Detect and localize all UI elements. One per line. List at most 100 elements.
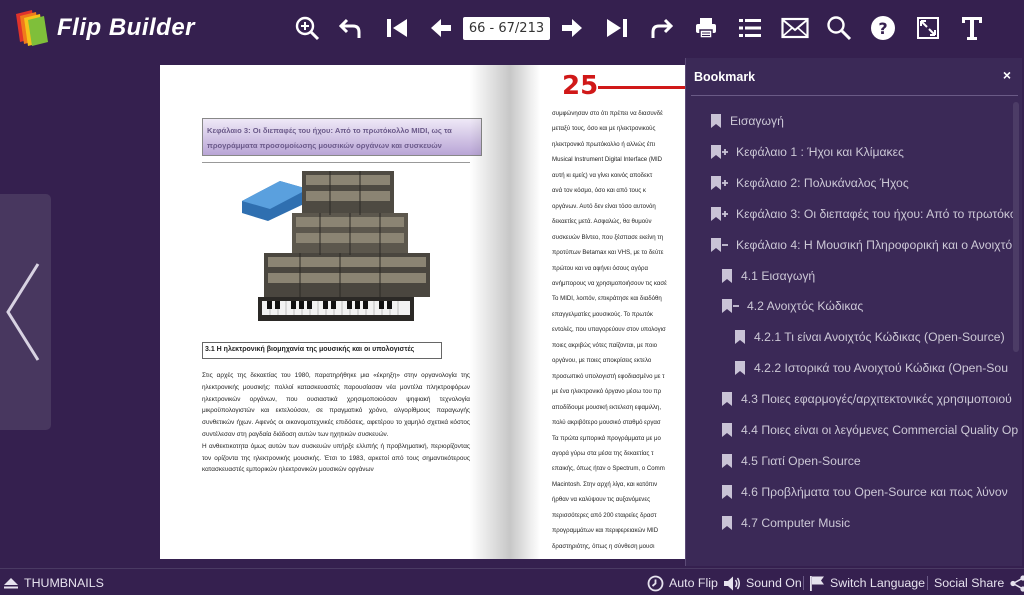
text-line: προτύπων Betamax και VHS, με το δεύτε [552, 249, 664, 257]
bookmark-icon[interactable] [720, 453, 734, 469]
share-icon [1010, 574, 1024, 592]
bookmark-item[interactable]: 4.2 Ανοιχτός Κώδικας [720, 296, 863, 316]
bookmark-item[interactable]: 4.5 Γιατί Open-Source [720, 451, 861, 471]
clock-icon [647, 575, 664, 591]
prev-page-icon[interactable] [426, 12, 456, 44]
next-page-icon[interactable] [557, 12, 587, 44]
switch-language-label: Switch Language [830, 576, 926, 590]
bookmark-label: 4.3 Ποιες εφαρμογές/αρχιτεκτονικές χρησι… [741, 392, 1012, 407]
bookmark-label: 4.2 Ανοιχτός Κώδικας [747, 299, 864, 314]
text-line: συσκευών Βίντεο, που ξέσπασε εκείνη τη [552, 233, 664, 241]
sound-label: Sound On [746, 576, 802, 590]
bookmark-icon[interactable] [733, 360, 747, 376]
close-icon[interactable]: × [1003, 67, 1011, 83]
text-line: οργάνων. Αυτό δεν είναι τόσο αυτονόη [552, 202, 656, 210]
text-line: Τα πρώτα εμπορικά προγράμματα με μο [552, 434, 661, 442]
bookmark-item[interactable]: 4.2.2 Ιστορικά του Ανοιχτού Κώδικα (Open… [733, 358, 1008, 378]
redo-icon[interactable] [646, 12, 676, 44]
text-line: αποδίδουμε μουσική εκτελεση εφαμιλλη, [552, 403, 662, 411]
text-line: περισσότερες από 200 εταιρείες δραστ [552, 511, 657, 519]
bookmark-collapse-icon[interactable] [720, 298, 740, 314]
paragraph: Η ανθεκτικοτητα όμως αυτών των συσκευών … [202, 442, 470, 474]
divider [202, 162, 470, 163]
page-number: 25 [562, 71, 599, 101]
bookmark-label: 4.6 Προβλήματα του Open-Source και πως λ… [741, 484, 1008, 499]
bookmark-label: 4.4 Ποιες είναι οι λεγόμενες Commercial … [741, 423, 1019, 437]
scrollbar[interactable] [1013, 102, 1019, 352]
sound-toggle[interactable]: Sound On [723, 574, 802, 592]
text-line: Το MIDI, λοιπόν, επικράτησε και διαδόθη [552, 295, 662, 303]
bookmark-expand-icon[interactable] [709, 175, 729, 191]
bookmark-icon[interactable] [709, 113, 723, 129]
bookmark-item[interactable]: Κεφάλαιο 4: Η Μουσική Πληροφορική και ο … [709, 235, 1012, 255]
bookmark-item[interactable]: 4.4 Ποιες είναι οι λεγόμενες Commercial … [720, 420, 1018, 440]
bookmark-item[interactable]: 4.3 Ποιες εφαρμογές/αρχιτεκτονικές χρησι… [720, 389, 1012, 409]
bookmark-icon[interactable] [720, 515, 734, 531]
fullscreen-icon[interactable] [913, 12, 943, 44]
undo-icon[interactable] [336, 12, 366, 44]
auto-flip-button[interactable]: Auto Flip [647, 574, 718, 592]
bookmark-icon[interactable] [720, 391, 734, 407]
bookmark-icon[interactable] [733, 329, 747, 345]
bookmark-item[interactable]: 4.7 Computer Music [720, 513, 850, 533]
social-share-button[interactable]: Social Share [934, 574, 1024, 592]
bookmark-collapse-icon[interactable] [709, 237, 729, 253]
bookmark-expand-icon[interactable] [709, 206, 729, 222]
bookmark-expand-icon[interactable] [709, 144, 729, 160]
bookmark-label: 4.2.2 Ιστορικά του Ανοιχτού Κώδικα (Open… [754, 361, 1008, 376]
chapter-heading: Κεφάλαιο 3: Οι διεπαφές του ήχου: Από το… [207, 126, 452, 150]
switch-language-button[interactable]: Switch Language [809, 574, 925, 592]
bookmark-icon[interactable] [720, 268, 734, 284]
bookmark-icon[interactable] [720, 422, 734, 438]
text-icon[interactable] [957, 12, 987, 44]
bookmark-label: Εισαγωγή [730, 114, 784, 128]
thumbnails-label: THUMBNAILS [24, 576, 104, 590]
bookmark-label: Κεφάλαιο 2: Πολυκάναλος Ήχος [736, 175, 909, 190]
bookmark-panel: Bookmark × Εισαγωγή Κεφάλαιο 1 : Ήχοι και… [685, 58, 1022, 566]
bookmark-item[interactable]: Κεφάλαιο 1 : Ήχοι και Κλίμακες [709, 142, 904, 162]
text-line: ποιες ακριβώς νότες παίζονται, με ποιο [552, 341, 658, 349]
text-line: πολύ ακριβότερο μουσικό σταθμό εργασ [552, 419, 661, 427]
text-line: Musical Instrument Digital Interface (MI… [552, 156, 663, 164]
book-page-right[interactable]: 25 συμφώνησαν στο ότι πρέπει να διασυνδέ… [510, 65, 686, 559]
flag-icon [810, 575, 824, 591]
bookmark-icon[interactable] [720, 484, 734, 500]
zoom-in-icon[interactable] [292, 12, 322, 44]
bookmark-item[interactable]: Κεφάλαιο 2: Πολυκάναλος Ήχος [709, 173, 909, 193]
table-of-contents-icon[interactable] [735, 12, 765, 44]
text-line: δεκαετίες μετά. Ασφαλώς, θα θυμούν [552, 218, 652, 226]
app-brand-title: Flip Builder [57, 14, 195, 41]
text-line: προσωπικό υπολογιστή εφοδιασμένο με τ [552, 372, 665, 380]
bookmark-label: Κεφάλαιο 1 : Ήχοι και Κλίμακες [736, 144, 904, 159]
bookmark-item[interactable]: Κεφάλαιο 3: Οι διεπαφές του ήχου: Από το… [709, 204, 1017, 224]
paragraph: Στις αρχές της δεκαετίας του 1980, παρατ… [202, 372, 470, 438]
bookmark-label: 4.2.1 Τι είναι Ανοιχτός Κώδικας (Open-So… [754, 330, 1005, 345]
bookmark-item[interactable]: 4.1 Εισαγωγή [720, 266, 815, 286]
bookmark-panel-title: Bookmark [694, 70, 756, 84]
book-page-left[interactable]: Κεφάλαιο 3: Οι διεπαφές του ήχου: Από το… [160, 65, 510, 559]
email-icon[interactable] [780, 12, 810, 44]
bookmark-item[interactable]: 4.2.1 Τι είναι Ανοιχτός Κώδικας (Open-So… [733, 327, 1005, 347]
bookmark-item[interactable]: 4.6 Προβλήματα του Open-Source και πως λ… [720, 482, 1008, 502]
separator [927, 576, 928, 590]
text-line: ηλεκτρονικό πρωτόκολλο ή αλλιώς έπι [552, 140, 656, 148]
print-icon[interactable] [691, 12, 721, 44]
text-line: αγορά γύρω στα μέσα της δεκαετίας τ [552, 449, 654, 457]
text-line: δραστηριότης, όπως η σύνθεση μουσι [552, 542, 655, 550]
chevron-left-icon[interactable] [4, 262, 42, 367]
search-icon[interactable] [824, 12, 854, 44]
first-page-icon[interactable] [382, 12, 412, 44]
last-page-icon[interactable] [602, 12, 632, 44]
text-line: εντολές, που υπαγορεύουν στον υπολογισ [552, 326, 666, 334]
text-line: μεταξύ τους, όσο και με ηλεκτρονικούς [552, 125, 656, 133]
thumbnails-button[interactable]: THUMBNAILS [3, 574, 104, 592]
right-page-body: συμφώνησαν στο ότι πρέπει να διασυνδέ μετ… [552, 106, 686, 554]
chapter-heading-box: Κεφάλαιο 3: Οι διεπαφές του ήχου: Από το… [202, 118, 482, 156]
page-indicator[interactable]: 66 - 67/213 [463, 17, 550, 40]
bookmark-item[interactable]: Εισαγωγή [709, 111, 784, 131]
help-icon[interactable]: ? [868, 12, 898, 44]
auto-flip-label: Auto Flip [669, 576, 718, 590]
left-page-body: Στις αρχές της δεκαετίας του 1980, παρατ… [202, 370, 470, 476]
bookmark-label: Κεφάλαιο 3: Οι διεπαφές του ήχου: Από το… [736, 206, 1017, 221]
eject-icon [4, 578, 18, 589]
